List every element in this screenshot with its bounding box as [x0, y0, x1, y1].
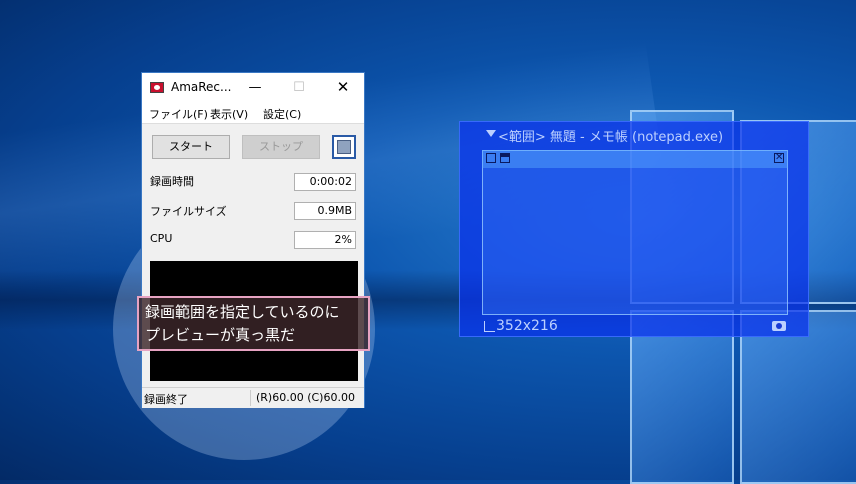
range-window-icon[interactable]	[500, 153, 510, 163]
range-title: <範囲> 無題 - メモ帳 (notepad.exe)	[498, 130, 724, 145]
status-fps: (R)60.00 (C)60.00	[256, 391, 355, 404]
title-bar[interactable]: AmaRec... — ☐ ✕	[142, 73, 364, 102]
recording-time-label: 録画時間	[150, 175, 194, 188]
status-divider	[250, 390, 251, 406]
menu-settings[interactable]: 設定(C)	[263, 106, 301, 122]
maximize-button[interactable]: ☐	[276, 73, 322, 102]
menu-bar: ファイル(F) 表示(V) 設定(C)	[142, 102, 364, 124]
window-range-icon	[337, 140, 351, 154]
status-bar: 録画終了 (R)60.00 (C)60.00	[142, 387, 364, 408]
window-title: AmaRec...	[171, 80, 232, 94]
camera-icon[interactable]	[772, 321, 786, 331]
range-fit-icon[interactable]	[486, 153, 496, 163]
menu-file[interactable]: ファイル(F)	[149, 106, 208, 122]
start-button[interactable]: スタート	[152, 135, 230, 159]
capture-range-overlay[interactable]: <範囲> 無題 - メモ帳 (notepad.exe) ✕ 352x216	[459, 121, 809, 337]
range-toolbar: ✕	[482, 150, 788, 168]
range-target-area[interactable]	[482, 150, 788, 315]
file-size-label: ファイルサイズ	[150, 205, 227, 218]
cpu-label: CPU	[150, 232, 173, 245]
annotation-callout: 録画範囲を指定しているのに プレビューが真っ黒だ	[137, 296, 370, 351]
range-dropdown-arrow-icon[interactable]	[486, 130, 496, 137]
amarectv-window: AmaRec... — ☐ ✕ ファイル(F) 表示(V) 設定(C) スタート…	[141, 72, 365, 408]
menu-view[interactable]: 表示(V)	[210, 106, 248, 122]
range-select-button[interactable]	[332, 135, 356, 159]
resize-corner-icon[interactable]	[484, 321, 495, 332]
callout-line-2: プレビューが真っ黒だ	[145, 326, 296, 344]
status-recording-state: 録画終了	[144, 393, 188, 406]
file-size-value: 0.9MB	[294, 202, 356, 220]
close-button[interactable]: ✕	[320, 73, 366, 102]
recording-time-value: 0:00:02	[294, 173, 356, 191]
minimize-button[interactable]: —	[232, 73, 278, 102]
range-size-readout: 352x216	[496, 318, 558, 334]
range-close-icon[interactable]: ✕	[774, 153, 784, 163]
cpu-value: 2%	[294, 231, 356, 249]
app-icon	[150, 82, 164, 93]
callout-line-1: 録画範囲を指定しているのに	[145, 303, 340, 321]
stop-button[interactable]: ストップ	[242, 135, 320, 159]
